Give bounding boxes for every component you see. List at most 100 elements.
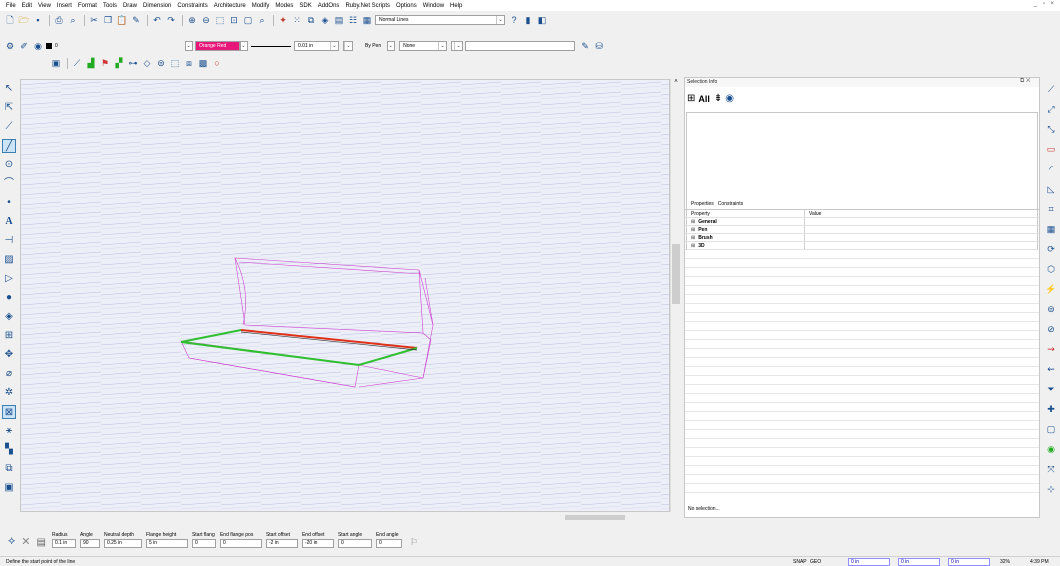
stretch-icon[interactable]: ⇝	[1044, 342, 1058, 356]
snap-indicator[interactable]: SNAP	[793, 557, 807, 566]
property-row[interactable]: ⊞ Pen	[685, 226, 1039, 234]
mirror-icon[interactable]: ⌗	[1044, 202, 1058, 216]
zoom-previous-icon[interactable]: ⌕	[256, 14, 268, 26]
drawing-canvas[interactable]	[20, 79, 670, 512]
subtract-icon[interactable]: ▢	[1044, 422, 1058, 436]
field-end-offset[interactable]: End offset -20 in	[301, 532, 334, 548]
menu-constraints[interactable]: Constraints	[177, 3, 207, 9]
scroll-thumb[interactable]	[565, 515, 625, 520]
select-props-icon[interactable]: ⊞	[687, 93, 695, 104]
print-icon[interactable]: ⎙	[53, 14, 65, 26]
line-width-select[interactable]: 0.01 in ⌄	[294, 41, 339, 51]
window-controls[interactable]: _ ▫ ×	[1034, 1, 1056, 7]
paste-icon[interactable]: 📋	[116, 14, 128, 26]
pen-mode-value[interactable]: By Pen	[365, 43, 381, 49]
snap-icon[interactable]: ✦	[277, 14, 289, 26]
pen-color-dropdown[interactable]: ⌄	[185, 41, 193, 51]
sheet-icon[interactable]: ⊜	[155, 57, 167, 69]
coord-z-field[interactable]: 0 in	[948, 558, 990, 566]
field-end-flange-pos[interactable]: End flange pos 0	[219, 532, 262, 548]
sphere-tool-icon[interactable]: ●	[2, 291, 16, 305]
menu-ruby-net-scripts[interactable]: Ruby.Net Scripts	[345, 3, 390, 9]
eye-icon[interactable]: ◉	[725, 93, 734, 104]
field-start-flange[interactable]: Start flang 0	[191, 532, 216, 548]
render-icon[interactable]: ◈	[319, 14, 331, 26]
line-inspector-icon[interactable]: ⟡	[8, 535, 15, 548]
coord-x-field[interactable]: 0 in	[848, 558, 890, 566]
image-icon[interactable]: ▩	[197, 57, 209, 69]
field-end-angle[interactable]: End angle 0	[375, 532, 402, 548]
edit-move-icon[interactable]: ▞	[113, 57, 125, 69]
finish-flag-icon[interactable]: ⚐	[410, 537, 418, 548]
funnel-icon[interactable]: ⏷	[1044, 382, 1058, 396]
box-icon[interactable]: ⬚	[169, 57, 181, 69]
field-start-offset[interactable]: Start offset -2 in	[265, 532, 298, 548]
menu-modes[interactable]: Modes	[275, 3, 293, 9]
property-row[interactable]: ⊞ General	[685, 218, 1039, 226]
edit-pointer-icon[interactable]: ⇱	[2, 101, 16, 115]
chamfer-icon[interactable]: ◺	[1044, 182, 1058, 196]
brush-color-dropdown[interactable]: ⌄	[240, 41, 248, 51]
menu-tools[interactable]: Tools	[103, 3, 117, 9]
brush-tool-icon[interactable]: ⌀	[2, 367, 16, 381]
coord-y-field[interactable]: 0 in	[898, 558, 940, 566]
library-icon[interactable]: ▤	[333, 14, 345, 26]
pointer-icon[interactable]: ↖	[2, 82, 16, 96]
format-painter-icon[interactable]: ✎	[130, 14, 142, 26]
union-icon[interactable]: ✚	[1044, 402, 1058, 416]
edit-insert-icon[interactable]: ▟	[85, 57, 97, 69]
line-style-select[interactable]: Normal Lines ⌄	[375, 15, 505, 25]
line-type-dropdown[interactable]: ⌄	[343, 41, 353, 51]
pattern-select[interactable]: None ⌄	[399, 41, 448, 51]
menu-modify[interactable]: Modify	[252, 3, 270, 9]
arc-tool-icon[interactable]: ⌒	[2, 177, 16, 191]
menu-view[interactable]: View	[38, 3, 51, 9]
solid-tool-icon[interactable]: ◈	[2, 310, 16, 324]
canvas-horizontal-scrollbar[interactable]	[20, 512, 670, 523]
select-all-label[interactable]: All	[698, 94, 710, 104]
cut-icon[interactable]: ✂	[88, 14, 100, 26]
explode-icon[interactable]: ⚡	[1044, 282, 1058, 296]
pattern-option-dropdown[interactable]: ⌄	[451, 41, 464, 51]
surface-tool-icon[interactable]: ▷	[2, 272, 16, 286]
menu-addons[interactable]: AddOns	[318, 3, 340, 9]
field-flange-height[interactable]: Flange height 5 in	[145, 532, 188, 548]
array-icon[interactable]: ▦	[1044, 222, 1058, 236]
tab-properties[interactable]: Properties	[691, 201, 714, 207]
expand-icon[interactable]: ⊞	[691, 243, 695, 249]
trim-icon[interactable]: ⤢	[1044, 102, 1058, 116]
tab-constraints[interactable]: Constraints	[718, 201, 743, 207]
measure-icon[interactable]: ⤧	[1044, 462, 1058, 476]
field-neutral-depth[interactable]: Neutral depth 0.25 in	[103, 532, 142, 548]
property-row[interactable]: ⊞ Brush	[685, 234, 1039, 242]
ellipse-icon[interactable]: ○	[211, 57, 223, 69]
grid-icon[interactable]: ⁙	[291, 14, 303, 26]
join-icon[interactable]: ⊜	[1044, 302, 1058, 316]
scroll-thumb[interactable]	[672, 244, 680, 304]
zoom-window-icon[interactable]: ⬚	[214, 14, 226, 26]
library-tool-icon[interactable]: ⧉	[2, 462, 16, 476]
about-icon[interactable]: ◧	[536, 14, 548, 26]
redo-icon[interactable]: ↷	[165, 14, 177, 26]
menu-draw[interactable]: Draw	[123, 3, 137, 9]
book-icon[interactable]: ▮	[522, 14, 534, 26]
scale-icon[interactable]: ⬡	[1044, 262, 1058, 276]
menu-architecture[interactable]: Architecture	[214, 3, 246, 9]
field-start-angle[interactable]: Start angle 0	[337, 532, 372, 548]
circle-tool-icon[interactable]: ⊙	[2, 158, 16, 172]
line-style-icon[interactable]: ▦	[361, 14, 373, 26]
copy-icon[interactable]: ❐	[102, 14, 114, 26]
field-angle[interactable]: Angle 90	[79, 532, 100, 548]
edit-line-icon[interactable]: ⟋	[71, 57, 83, 69]
offset-icon[interactable]: ▭	[1044, 142, 1058, 156]
zoom-out-icon[interactable]: ⊖	[200, 14, 212, 26]
expand-icon[interactable]: ⊞	[691, 219, 695, 225]
eye-icon[interactable]: ◉	[32, 40, 44, 52]
move-tool-icon[interactable]: ✥	[2, 348, 16, 362]
fill-value-field[interactable]	[465, 41, 576, 51]
cancel-icon[interactable]: ✕	[21, 535, 30, 548]
gear-tool-icon[interactable]: ✲	[2, 386, 16, 400]
menu-file[interactable]: File	[6, 3, 16, 9]
edit-handle-icon[interactable]: ⚑	[99, 57, 111, 69]
save-icon[interactable]: ▪	[32, 14, 44, 26]
